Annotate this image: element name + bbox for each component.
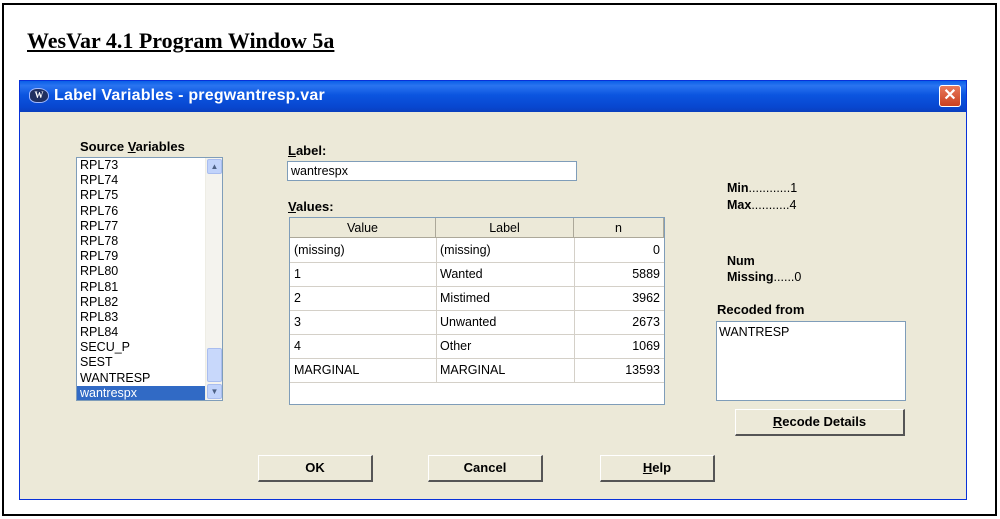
table-row[interactable]: 3 Unwanted 2673 [290, 310, 664, 334]
list-item[interactable]: RPL76 [77, 204, 222, 219]
scroll-down-icon[interactable]: ▼ [207, 384, 222, 399]
value-cell[interactable]: 1 [290, 262, 436, 286]
list-item[interactable]: RPL83 [77, 310, 222, 325]
close-button[interactable]: ✕ [939, 85, 961, 107]
list-item[interactable]: RPL79 [77, 249, 222, 264]
recode-details-button[interactable]: Recode Details [735, 409, 905, 436]
help-button[interactable]: Help [600, 455, 715, 482]
header-value[interactable]: Value [290, 218, 436, 238]
list-item[interactable]: SECU_P [77, 340, 222, 355]
label-field-label: Label: [288, 143, 327, 158]
label-cell[interactable]: Mistimed [436, 286, 574, 310]
list-item[interactable]: RPL84 [77, 325, 222, 340]
scroll-up-icon[interactable]: ▲ [207, 159, 222, 174]
document-caption: WesVar 4.1 Program Window 5a [27, 28, 335, 53]
list-item[interactable]: RPL80 [77, 264, 222, 279]
label-variables-dialog: W Label Variables - pregwantresp.var ✕ S… [19, 80, 967, 500]
label-cell[interactable]: Wanted [436, 262, 574, 286]
list-item[interactable]: WANTRESP [77, 371, 222, 386]
value-cell[interactable]: 3 [290, 310, 436, 334]
list-item[interactable]: wantrespx [77, 385, 222, 400]
values-grid[interactable]: Value Label n (missing) (missing) 0 1 Wanted… [289, 217, 665, 405]
list-item[interactable]: RPL74 [77, 173, 222, 188]
list-item[interactable]: RPL75 [77, 188, 222, 203]
header-n[interactable]: n [574, 218, 664, 238]
source-variables-list[interactable]: RPL73 RPL74 RPL75 RPL76 RPL77 RPL78 RPL79 RPL80… [76, 157, 223, 401]
n-cell[interactable]: 2673 [574, 310, 664, 334]
min-stat: Min............1 [727, 181, 798, 195]
recoded-from-box: WANTRESP [716, 321, 906, 401]
table-row[interactable]: 4 Other 1069 [290, 334, 664, 358]
table-row[interactable]: 1 Wanted 5889 [290, 262, 664, 286]
n-cell[interactable]: 1069 [574, 334, 664, 358]
label-cell[interactable]: MARGINAL [436, 358, 574, 382]
list-item[interactable]: RPL77 [77, 219, 222, 234]
scroll-thumb[interactable] [207, 348, 222, 382]
value-cell[interactable]: (missing) [290, 238, 436, 262]
title-bar[interactable]: W Label Variables - pregwantresp.var ✕ [20, 81, 966, 112]
value-cell[interactable]: 2 [290, 286, 436, 310]
cancel-button[interactable]: Cancel [428, 455, 543, 482]
n-cell[interactable]: 0 [574, 238, 664, 262]
missing-stat: Missing......0 [727, 270, 802, 284]
table-row[interactable]: MARGINAL MARGINAL 13593 [290, 358, 664, 382]
list-item[interactable]: SEST [77, 355, 222, 370]
source-variables-label: Source Variables [80, 139, 185, 154]
recoded-from-label: Recoded from [717, 302, 805, 317]
list-item[interactable]: RPL73 [77, 158, 222, 173]
row-divider [290, 382, 664, 383]
source-variables-items: RPL73 RPL74 RPL75 RPL76 RPL77 RPL78 RPL79 RPL80… [77, 158, 222, 400]
list-item[interactable]: RPL82 [77, 295, 222, 310]
table-row[interactable]: (missing) (missing) 0 [290, 238, 664, 262]
list-item[interactable]: RPL81 [77, 280, 222, 295]
label-cell[interactable]: Other [436, 334, 574, 358]
values-label: Values: [288, 199, 334, 214]
list-scrollbar[interactable]: ▲ ▼ [205, 158, 222, 400]
value-cell[interactable]: MARGINAL [290, 358, 436, 382]
ok-button[interactable]: OK [258, 455, 373, 482]
header-label[interactable]: Label [436, 218, 574, 238]
label-cell[interactable]: Unwanted [436, 310, 574, 334]
table-row[interactable]: 2 Mistimed 3962 [290, 286, 664, 310]
label-input[interactable]: wantrespx [287, 161, 577, 181]
max-stat: Max...........4 [727, 198, 797, 212]
window-title: Label Variables - pregwantresp.var [54, 87, 325, 104]
label-cell[interactable]: (missing) [436, 238, 574, 262]
wesvar-app-icon: W [29, 88, 49, 103]
num-missing-label: Num [727, 254, 755, 268]
n-cell[interactable]: 13593 [574, 358, 664, 382]
n-cell[interactable]: 3962 [574, 286, 664, 310]
n-cell[interactable]: 5889 [574, 262, 664, 286]
value-cell[interactable]: 4 [290, 334, 436, 358]
list-item[interactable]: RPL78 [77, 234, 222, 249]
